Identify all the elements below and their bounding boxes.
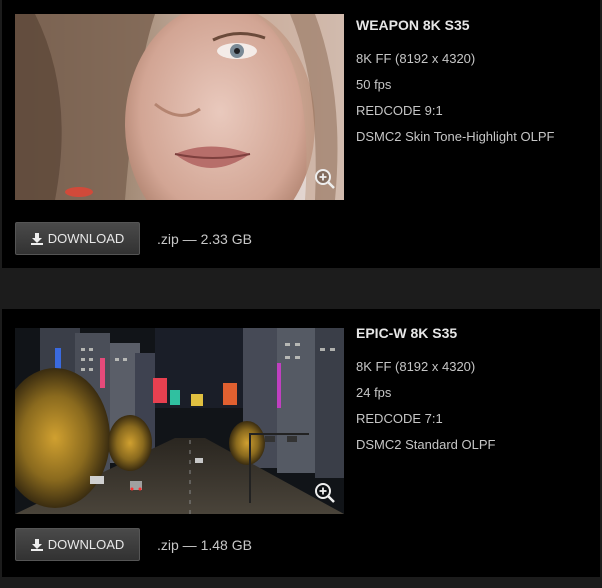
portrait-image (15, 14, 344, 200)
spec-framerate: 50 fps (356, 77, 392, 92)
download-icon (30, 232, 43, 245)
camera-title: EPIC-W 8K S35 (356, 325, 458, 341)
camera-card: EPIC-W 8K S35 8K FF (8192 x 4320) 24 fps… (2, 309, 600, 577)
camera-title: WEAPON 8K S35 (356, 17, 470, 33)
download-button[interactable]: DOWNLOAD (15, 222, 140, 255)
zoom-in-icon[interactable] (314, 168, 336, 190)
spec-resolution: 8K FF (8192 x 4320) (356, 51, 476, 66)
spec-olpf: DSMC2 Skin Tone-Highlight OLPF (356, 129, 555, 144)
camera-card: WEAPON 8K S35 8K FF (8192 x 4320) 50 fps… (2, 0, 600, 268)
portrait-thumbnail[interactable] (15, 14, 344, 200)
spec-resolution: 8K FF (8192 x 4320) (356, 359, 476, 374)
spec-framerate: 24 fps (356, 385, 392, 400)
camera-specs: EPIC-W 8K S35 8K FF (8192 x 4320) 24 fps… (356, 325, 495, 463)
city-thumbnail[interactable] (15, 328, 344, 514)
spec-codec: REDCODE 9:1 (356, 103, 443, 118)
spec-codec: REDCODE 7:1 (356, 411, 443, 426)
download-icon (30, 538, 43, 551)
download-label: DOWNLOAD (47, 231, 125, 246)
zoom-in-icon[interactable] (314, 482, 336, 504)
download-label: DOWNLOAD (47, 537, 125, 552)
file-info: .zip — 1.48 GB (157, 537, 252, 553)
file-info: .zip — 2.33 GB (157, 231, 252, 247)
camera-specs: WEAPON 8K S35 8K FF (8192 x 4320) 50 fps… (356, 17, 554, 155)
download-button[interactable]: DOWNLOAD (15, 528, 140, 561)
city-street-image (15, 328, 344, 514)
spec-olpf: DSMC2 Standard OLPF (356, 437, 496, 452)
